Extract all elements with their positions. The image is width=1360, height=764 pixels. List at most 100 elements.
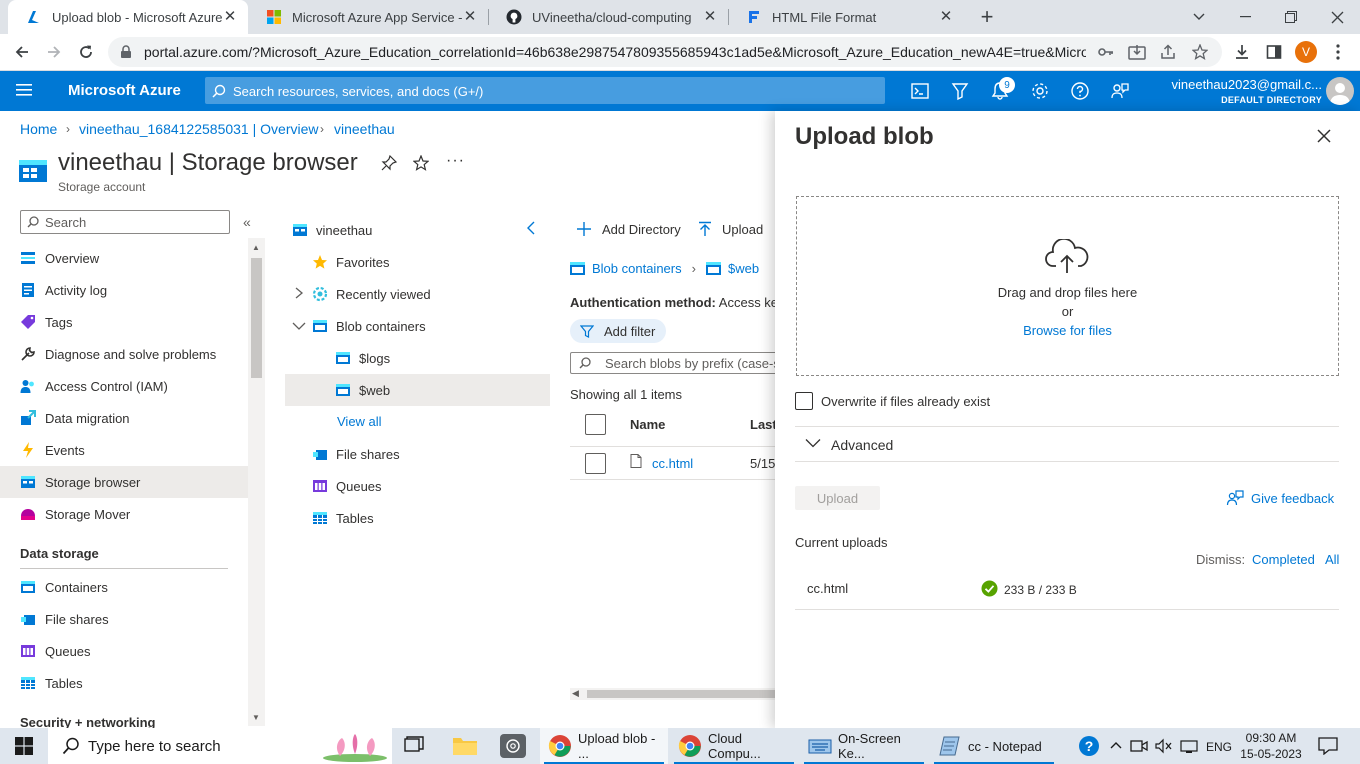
nav-item-queues[interactable]: Queues [0,635,248,667]
taskbar-app-upload-blob[interactable]: Upload blob - ... [540,728,668,764]
collapse-blob-containers[interactable] [292,321,306,331]
chevron-down-icon[interactable] [805,438,821,448]
scroll-up-icon[interactable]: ▲ [252,243,260,252]
nav-item-storage-browser[interactable]: Storage browser [0,466,248,498]
account-directory[interactable]: DEFAULT DIRECTORY [1221,95,1322,105]
taskbar-app-notepad[interactable]: cc - Notepad [930,728,1058,764]
dismiss-completed-link[interactable]: Completed [1252,552,1315,567]
share-icon[interactable] [1160,44,1176,60]
tree-recently-viewed[interactable]: Recently viewed [312,278,431,310]
give-feedback-link[interactable]: Give feedback [1251,491,1334,506]
taskbar-app-cloud-computing[interactable]: Cloud Compu... [670,728,798,764]
tree-favorites[interactable]: Favorites [312,246,389,278]
close-tab-icon[interactable]: ✕ [702,9,718,25]
user-avatar[interactable] [1326,77,1354,105]
new-tab-button[interactable]: + [974,4,1000,29]
directory-filter-icon[interactable] [949,80,971,102]
volume-muted-icon[interactable] [1155,738,1173,754]
bookmark-star-icon[interactable] [1192,44,1208,60]
tree-root-account[interactable]: vineethau [292,214,372,246]
add-directory-button[interactable]: Add Directory [576,221,681,237]
install-app-icon[interactable] [1128,44,1146,60]
reload-button[interactable] [72,38,100,66]
taskbar-app-on-screen-keyboard[interactable]: On-Screen Ke... [800,728,928,764]
tree-tables[interactable]: Tables [312,502,374,534]
nav-item-access-control[interactable]: Access Control (IAM) [0,370,248,402]
start-button[interactable] [0,728,48,764]
input-language[interactable]: ENG [1206,740,1232,754]
camera-tray-icon[interactable] [1130,738,1148,754]
blob-search-input[interactable]: Search blobs by prefix (case-s [570,352,790,374]
more-actions-icon[interactable]: ··· [446,152,465,170]
key-icon[interactable] [1098,45,1114,59]
browser-tab-html-format[interactable]: HTML File Format ✕ [728,0,964,34]
upload-toolbar-button[interactable]: Upload [698,221,763,237]
expand-recently-viewed[interactable] [294,287,304,299]
nav-item-tags[interactable]: Tags [0,306,248,338]
close-tab-icon[interactable]: ✕ [222,9,238,25]
close-tab-icon[interactable]: ✕ [938,9,954,25]
overwrite-label[interactable]: Overwrite if files already exist [821,394,990,409]
azure-brand[interactable]: Microsoft Azure [68,82,181,99]
profile-avatar[interactable]: V [1295,41,1317,63]
account-email[interactable]: vineethau2023@gmail.c... [1171,77,1322,92]
path-web[interactable]: $web [728,261,759,276]
help-tray-icon[interactable]: ? [1079,736,1099,756]
scroll-down-icon[interactable]: ▼ [252,713,260,722]
forward-button[interactable] [40,38,68,66]
row-checkbox[interactable] [585,453,606,474]
address-bar[interactable]: portal.azure.com/?Microsoft_Azure_Educat… [108,37,1222,67]
restore-button[interactable] [1268,0,1314,34]
column-header-last-modified[interactable]: Last [750,417,777,432]
nav-item-diagnose[interactable]: Diagnose and solve problems [0,338,248,370]
feedback-icon[interactable] [1109,80,1131,102]
file-explorer-button[interactable] [452,734,478,758]
breadcrumb-overview[interactable]: vineethau_1684122585031 | Overview [79,121,318,137]
browser-tab-upload-blob[interactable]: Upload blob - Microsoft Azure ✕ [8,0,248,34]
tree-queues[interactable]: Queues [312,470,382,502]
nav-item-storage-mover[interactable]: Storage Mover [0,498,248,530]
task-view-button[interactable] [402,734,426,758]
chatgpt-app-button[interactable] [500,734,526,758]
notification-center-icon[interactable] [1318,737,1338,755]
auth-method-value[interactable]: Access key [719,295,775,310]
back-button[interactable] [8,38,36,66]
side-panel-button[interactable] [1260,38,1288,66]
upload-button-disabled[interactable]: Upload [795,486,880,510]
nav-search-input[interactable]: Search [20,210,230,234]
favorite-star-icon[interactable] [413,155,429,171]
browser-tab-app-service[interactable]: Microsoft Azure App Service - W ✕ [248,0,488,34]
settings-gear-icon[interactable] [1029,80,1051,102]
nav-scrollbar-thumb[interactable] [251,258,262,378]
column-header-name[interactable]: Name [630,417,665,432]
nav-item-events[interactable]: Events [0,434,248,466]
tree-container-web[interactable]: $web [335,374,390,406]
close-tab-icon[interactable]: ✕ [462,9,478,25]
tree-blob-containers[interactable]: Blob containers [312,310,426,342]
tab-search-button[interactable] [1176,0,1222,34]
tree-view-all-link[interactable]: View all [337,405,382,437]
advanced-toggle[interactable]: Advanced [831,437,893,453]
tree-file-shares[interactable]: File shares [312,438,400,470]
collapse-tree-button[interactable] [526,221,536,235]
select-all-checkbox[interactable] [585,414,606,435]
browser-tab-github[interactable]: UVineetha/cloud-computing ✕ [488,0,728,34]
minimize-button[interactable] [1222,0,1268,34]
horizontal-scrollbar-thumb[interactable] [587,690,775,698]
browser-menu-button[interactable] [1324,38,1352,66]
nav-item-containers[interactable]: Containers [0,571,248,603]
file-drop-zone[interactable]: Drag and drop files here or Browse for f… [796,196,1339,376]
collapse-nav-icon[interactable]: « [243,214,251,230]
portal-menu-button[interactable] [16,83,32,97]
overwrite-checkbox[interactable] [795,392,813,410]
breadcrumb-account[interactable]: vineethau [334,121,395,137]
nav-item-data-migration[interactable]: Data migration [0,402,248,434]
blob-name-link[interactable]: cc.html [652,456,693,471]
dismiss-all-link[interactable]: All [1325,552,1339,567]
clock-time[interactable]: 09:30 AM [1240,731,1302,745]
help-icon[interactable] [1069,80,1091,102]
nav-item-overview[interactable]: Overview [0,242,248,274]
nav-item-activity-log[interactable]: Activity log [0,274,248,306]
global-search-placeholder[interactable]: Search resources, services, and docs (G+… [233,84,483,99]
pin-icon[interactable] [381,155,397,171]
